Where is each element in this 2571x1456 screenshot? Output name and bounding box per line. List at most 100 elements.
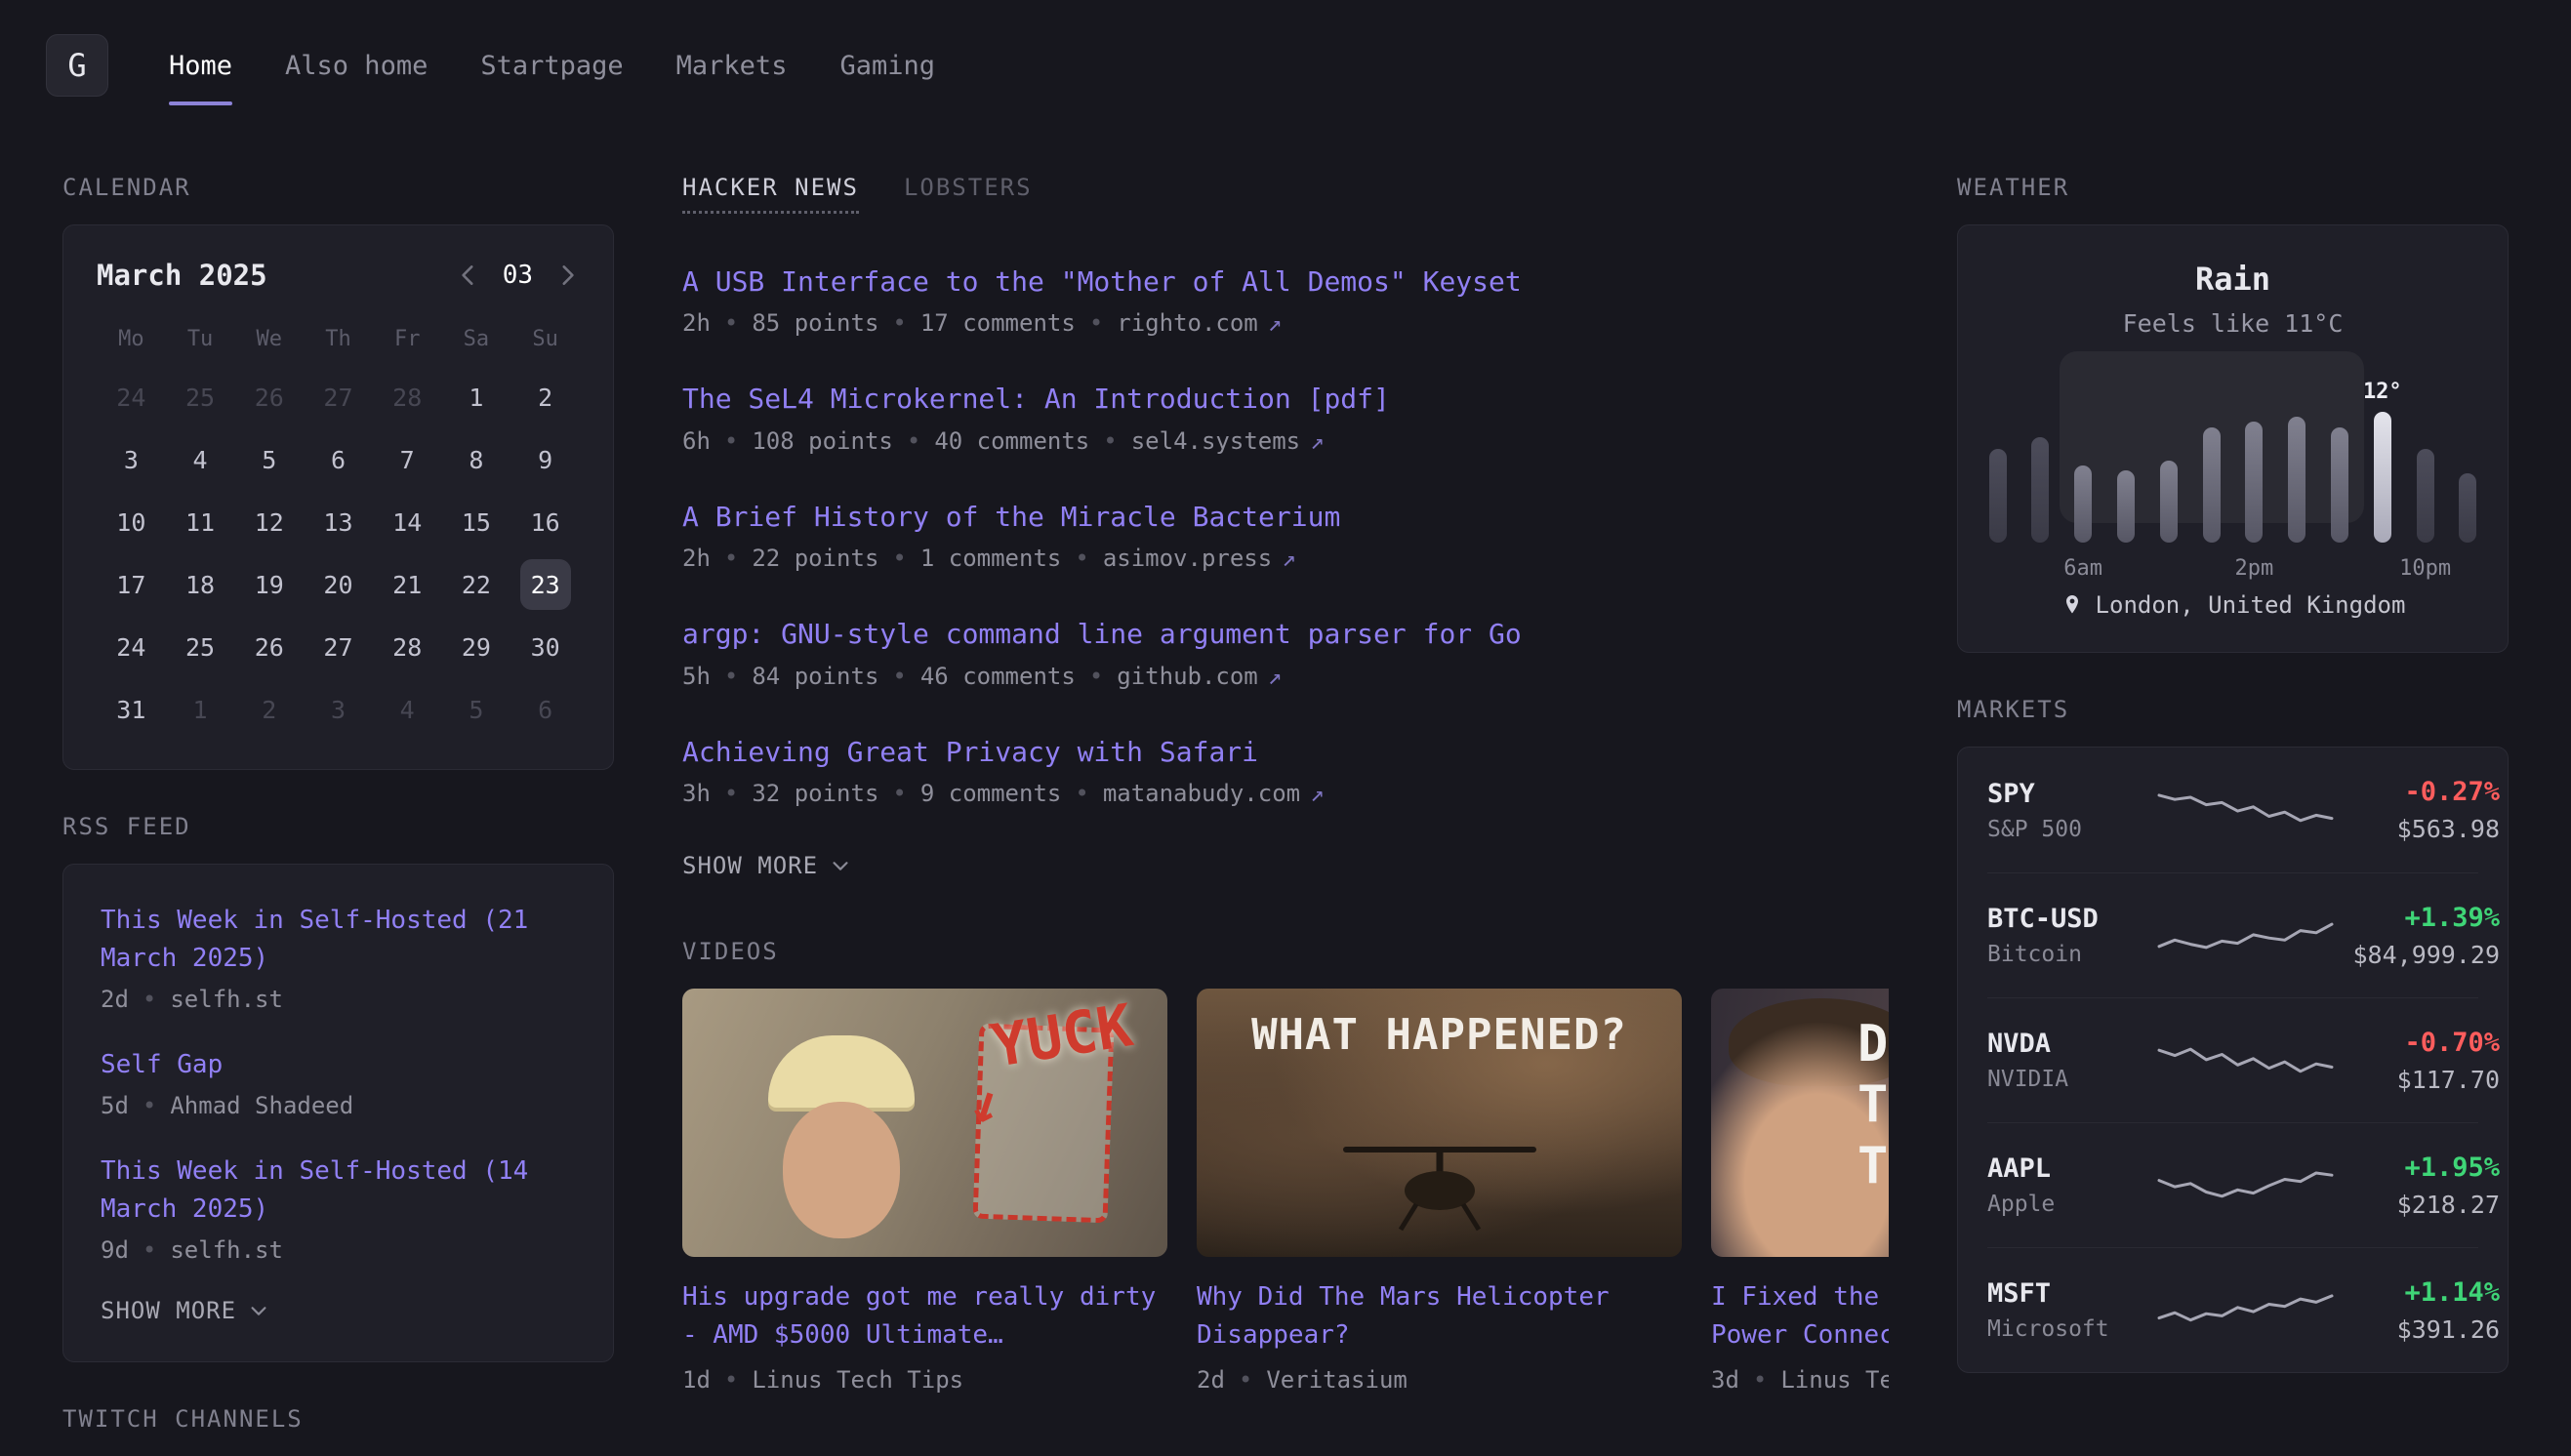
rss-age: 2d — [101, 986, 129, 1013]
video-age: 2d — [1197, 1366, 1225, 1394]
news-domain-link[interactable]: github.com↗ — [1076, 663, 1282, 690]
market-row[interactable]: MSFT Microsoft +1.14% $391.26 — [1987, 1247, 2478, 1372]
news-domain-link[interactable]: matanabudy.com↗ — [1061, 780, 1324, 807]
news-comments: 1 comments — [878, 545, 1061, 572]
calendar-month-number: 03 — [503, 261, 533, 290]
weather-location-label: London, United Kingdom — [2096, 591, 2406, 619]
market-row[interactable]: AAPL Apple +1.95% $218.27 — [1987, 1122, 2478, 1247]
news-title-link[interactable]: The SeL4 Microkernel: An Introduction [p… — [682, 382, 1889, 417]
video-age: 1d — [682, 1366, 711, 1394]
news-points: 108 points — [711, 427, 893, 455]
calendar-day: 11 — [166, 496, 235, 548]
news-domain-link[interactable]: asimov.press↗ — [1061, 545, 1295, 572]
news-age: 2h — [682, 545, 711, 572]
news-title-link[interactable]: argp: GNU-style command line argument pa… — [682, 617, 1889, 652]
market-values: +1.14% $391.26 — [2336, 1277, 2500, 1344]
markets-widget: SPY S&P 500 -0.27% $563.98 BTC-USD Bitco… — [1957, 747, 2509, 1373]
market-row[interactable]: NVDA NVIDIA -0.70% $117.70 — [1987, 997, 2478, 1122]
market-row[interactable]: SPY S&P 500 -0.27% $563.98 — [1987, 748, 2478, 872]
calendar-weekday: Mo — [97, 321, 166, 361]
market-sparkline — [2155, 780, 2336, 840]
calendar-controls: 03 — [456, 261, 580, 290]
location-pin-icon — [2061, 593, 2084, 617]
rss-show-more-button[interactable]: SHOW MORE — [101, 1297, 269, 1324]
rss-item: Self Gap 5d Ahmad Shadeed — [101, 1046, 576, 1119]
chevron-right-icon — [554, 263, 580, 288]
tab-hacker-news[interactable]: HACKER NEWS — [682, 174, 859, 214]
weather-time-label: 2pm — [2235, 556, 2274, 581]
market-price: $218.27 — [2336, 1191, 2500, 1219]
news-points: 85 points — [711, 309, 879, 337]
calendar-month-title: March 2025 — [97, 259, 267, 292]
tab-lobsters[interactable]: LOBSTERS — [904, 174, 1033, 214]
calendar-weekday: We — [234, 321, 304, 361]
calendar-day: 27 — [304, 621, 373, 673]
video-thumbnail[interactable]: YUCK ↓ — [682, 989, 1167, 1257]
calendar-day: 1 — [166, 683, 235, 736]
calendar-prev-button[interactable] — [456, 263, 481, 288]
rss-title-link[interactable]: This Week in Self-Hosted (14 March 2025) — [101, 1153, 576, 1229]
markets-section-title: MARKETS — [1957, 696, 2509, 723]
rss-item-meta: 5d Ahmad Shadeed — [101, 1092, 576, 1119]
weather-bar — [2331, 427, 2348, 543]
calendar-day: 24 — [97, 621, 166, 673]
rss-source: selfh.st — [129, 986, 283, 1013]
nav-item-gaming[interactable]: Gaming — [839, 0, 935, 131]
market-name: Bitcoin — [1987, 942, 2155, 967]
news-show-more-button[interactable]: SHOW MORE — [682, 852, 851, 879]
calendar-day: 6 — [510, 683, 580, 736]
calendar-day: 13 — [304, 496, 373, 548]
nav-item-startpage[interactable]: Startpage — [480, 0, 623, 131]
weather-bar — [1989, 449, 2007, 543]
weather-feels-like: Feels like 11°C — [1987, 309, 2478, 338]
face-graphic — [783, 1102, 900, 1238]
thumbnail-overlay-text: WHAT HAPPENED? — [1197, 1010, 1682, 1060]
video-card: WHAT HAPPENED? Why Did The Mars Helicopt… — [1197, 989, 1682, 1394]
news-title-link[interactable]: A USB Interface to the "Mother of All De… — [682, 264, 1889, 300]
rss-item-meta: 9d selfh.st — [101, 1236, 576, 1264]
news-item-meta: 5h 84 points 46 comments github.com↗ — [682, 663, 1889, 690]
video-thumbnail[interactable]: WHAT HAPPENED? — [1197, 989, 1682, 1257]
calendar-day: 14 — [373, 496, 442, 548]
news-item-meta: 3h 32 points 9 comments matanabudy.com↗ — [682, 780, 1889, 807]
app-logo[interactable]: G — [46, 34, 108, 97]
calendar-weekday: Sa — [442, 321, 511, 361]
news-age: 5h — [682, 663, 711, 690]
rss-title-link[interactable]: This Week in Self-Hosted (21 March 2025) — [101, 902, 576, 978]
market-ticker: AAPL — [1987, 1153, 2155, 1184]
news-comments: 9 comments — [878, 780, 1061, 807]
news-age: 6h — [682, 427, 711, 455]
calendar-day: 12 — [234, 496, 304, 548]
calendar-day: 26 — [234, 621, 304, 673]
weather-condition: Rain — [1987, 261, 2478, 298]
right-column: WEATHER Rain Feels like 11°C 6am2pm12°10… — [1957, 131, 2509, 1373]
calendar-grid: MoTuWeThFrSaSu24252627281234567891011121… — [97, 321, 580, 736]
rss-title-link[interactable]: Self Gap — [101, 1046, 576, 1084]
rss-section-title: RSS FEED — [62, 813, 614, 840]
news-title-link[interactable]: Achieving Great Privacy with Safari — [682, 735, 1889, 770]
video-title-link[interactable]: His upgrade got me really dirty - AMD $5… — [682, 1278, 1167, 1355]
video-title-link[interactable]: I Fixed the 5 Power Connect — [1711, 1278, 1889, 1355]
news-domain-link[interactable]: righto.com↗ — [1076, 309, 1282, 337]
mars-helicopter-graphic — [1332, 1128, 1547, 1235]
news-comments: 46 comments — [878, 663, 1075, 690]
market-id: MSFT Microsoft — [1987, 1278, 2155, 1342]
market-change: +1.14% — [2336, 1277, 2500, 1308]
thumbnail-overlay-text: YUCK — [987, 991, 1137, 1081]
video-title-link[interactable]: Why Did The Mars Helicopter Disappear? — [1197, 1278, 1682, 1355]
news-item-meta: 6h 108 points 40 comments sel4.systems↗ — [682, 427, 1889, 455]
market-price: $391.26 — [2336, 1315, 2500, 1344]
nav-item-also-home[interactable]: Also home — [285, 0, 428, 131]
nav-item-markets[interactable]: Markets — [676, 0, 788, 131]
calendar-section-title: CALENDAR — [62, 174, 614, 201]
nav-item-home[interactable]: Home — [169, 0, 232, 131]
calendar-day: 21 — [373, 558, 442, 611]
weather-hourly-chart: 6am2pm12°10pm — [1989, 367, 2477, 543]
news-domain: righto.com — [1117, 309, 1258, 337]
calendar-next-button[interactable] — [554, 263, 580, 288]
top-nav: G Home Also home Startpage Markets Gamin… — [0, 0, 2571, 131]
news-domain-link[interactable]: sel4.systems↗ — [1089, 427, 1324, 455]
news-title-link[interactable]: A Brief History of the Miracle Bacterium — [682, 500, 1889, 535]
video-thumbnail[interactable]: DO T T — [1711, 989, 1889, 1257]
market-row[interactable]: BTC-USD Bitcoin +1.39% $84,999.29 — [1987, 872, 2478, 997]
